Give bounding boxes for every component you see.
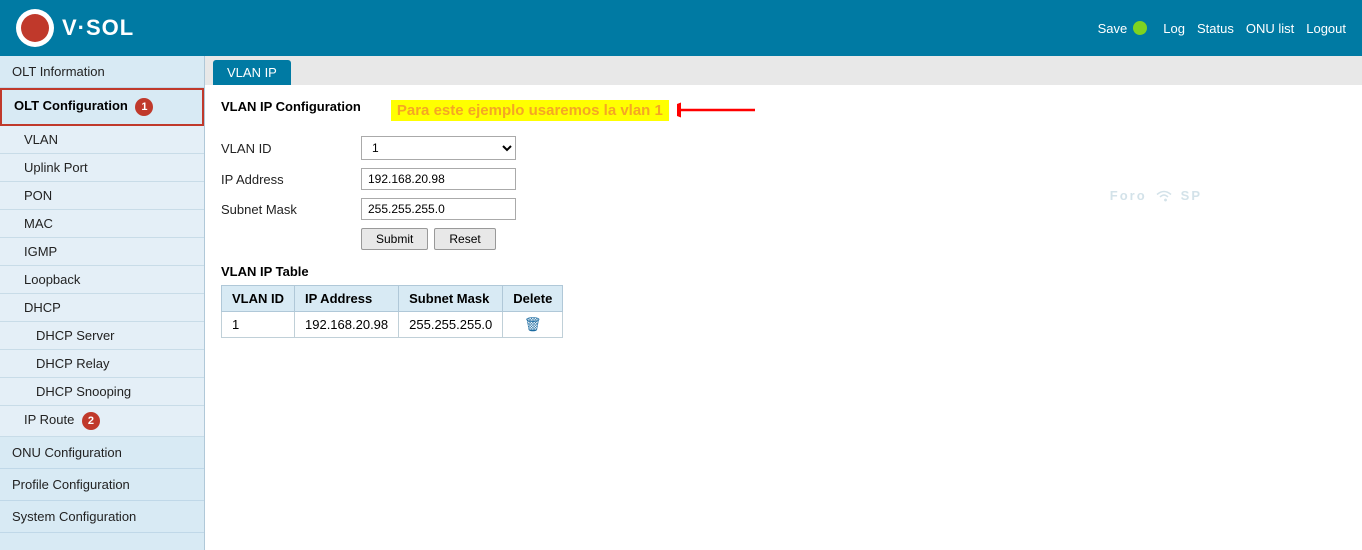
vsol-logo-icon xyxy=(16,9,54,47)
vlan-ip-table: VLAN ID IP Address Subnet Mask Delete 1 … xyxy=(221,285,563,338)
annotation-text: Para este ejemplo usaremos la vlan 1 xyxy=(391,100,669,121)
tab-bar: VLAN IP xyxy=(205,56,1362,85)
sidebar-item-olt-configuration[interactable]: OLT Configuration 1 xyxy=(0,88,204,126)
save-label[interactable]: Save xyxy=(1098,21,1128,36)
vlan-id-select[interactable]: 1 xyxy=(361,136,516,160)
cell-vlan-id: 1 xyxy=(222,312,295,338)
badge-1: 1 xyxy=(135,98,153,116)
sidebar-item-dhcp-server[interactable]: DHCP Server xyxy=(0,322,204,350)
log-link[interactable]: Log xyxy=(1163,21,1185,36)
onu-list-link[interactable]: ONU list xyxy=(1246,21,1294,36)
sidebar-item-pon[interactable]: PON xyxy=(0,182,204,210)
sidebar-item-ip-route[interactable]: IP Route 2 xyxy=(0,406,204,437)
vlan-id-row: VLAN ID 1 xyxy=(221,136,1346,160)
ip-address-row: IP Address xyxy=(221,168,1346,190)
content-area: VLAN IP Configuration Para este ejemplo … xyxy=(205,85,1362,352)
col-header-delete: Delete xyxy=(503,286,563,312)
arrow-icon xyxy=(677,99,757,121)
section-title: VLAN IP Configuration xyxy=(221,99,361,114)
cell-subnet-mask: 255.255.255.0 xyxy=(399,312,503,338)
sidebar-item-system-configuration[interactable]: System Configuration xyxy=(0,501,204,533)
sidebar-item-igmp[interactable]: IGMP xyxy=(0,238,204,266)
sidebar-item-vlan[interactable]: VLAN xyxy=(0,126,204,154)
delete-button[interactable]: 🗑 xyxy=(524,316,542,333)
save-area: Save xyxy=(1098,21,1148,36)
logo-text: V·SOL xyxy=(62,15,134,41)
sidebar-item-olt-information[interactable]: OLT Information xyxy=(0,56,204,88)
tab-vlan-ip[interactable]: VLAN IP xyxy=(213,60,291,85)
sidebar-item-dhcp-snooping[interactable]: DHCP Snooping xyxy=(0,378,204,406)
layout: OLT Information OLT Configuration 1 VLAN… xyxy=(0,56,1362,550)
status-link[interactable]: Status xyxy=(1197,21,1234,36)
sidebar-item-dhcp[interactable]: DHCP xyxy=(0,294,204,322)
logout-link[interactable]: Logout xyxy=(1306,21,1346,36)
sidebar-item-mac[interactable]: MAC xyxy=(0,210,204,238)
sidebar-item-onu-configuration[interactable]: ONU Configuration xyxy=(0,437,204,469)
save-status-dot xyxy=(1133,21,1147,35)
sidebar-item-profile-configuration[interactable]: Profile Configuration xyxy=(0,469,204,501)
header-links: Log Status ONU list Logout xyxy=(1163,21,1346,36)
subnet-mask-label: Subnet Mask xyxy=(221,202,361,217)
badge-2: 2 xyxy=(82,412,100,430)
submit-button[interactable]: Submit xyxy=(361,228,428,250)
table-row: 1 192.168.20.98 255.255.255.0 🗑 xyxy=(222,312,563,338)
main-content: VLAN IP VLAN IP Configuration Para este … xyxy=(205,56,1362,550)
subnet-mask-input[interactable] xyxy=(361,198,516,220)
col-header-vlan-id: VLAN ID xyxy=(222,286,295,312)
vlan-id-label: VLAN ID xyxy=(221,141,361,156)
table-title: VLAN IP Table xyxy=(221,264,1346,279)
col-header-ip-address: IP Address xyxy=(295,286,399,312)
reset-button[interactable]: Reset xyxy=(434,228,495,250)
cell-ip-address: 192.168.20.98 xyxy=(295,312,399,338)
sidebar-item-dhcp-relay[interactable]: DHCP Relay xyxy=(0,350,204,378)
header: V·SOL Save Log Status ONU list Logout xyxy=(0,0,1362,56)
cell-delete[interactable]: 🗑 xyxy=(503,312,563,338)
sidebar-item-uplink-port[interactable]: Uplink Port xyxy=(0,154,204,182)
col-header-subnet-mask: Subnet Mask xyxy=(399,286,503,312)
logo-area: V·SOL xyxy=(16,9,134,47)
form-buttons: Submit Reset xyxy=(361,228,1346,250)
header-nav: Save Log Status ONU list Logout xyxy=(1098,21,1346,36)
ip-address-label: IP Address xyxy=(221,172,361,187)
sidebar-item-loopback[interactable]: Loopback xyxy=(0,266,204,294)
ip-address-input[interactable] xyxy=(361,168,516,190)
sidebar: OLT Information OLT Configuration 1 VLAN… xyxy=(0,56,205,550)
subnet-mask-row: Subnet Mask xyxy=(221,198,1346,220)
